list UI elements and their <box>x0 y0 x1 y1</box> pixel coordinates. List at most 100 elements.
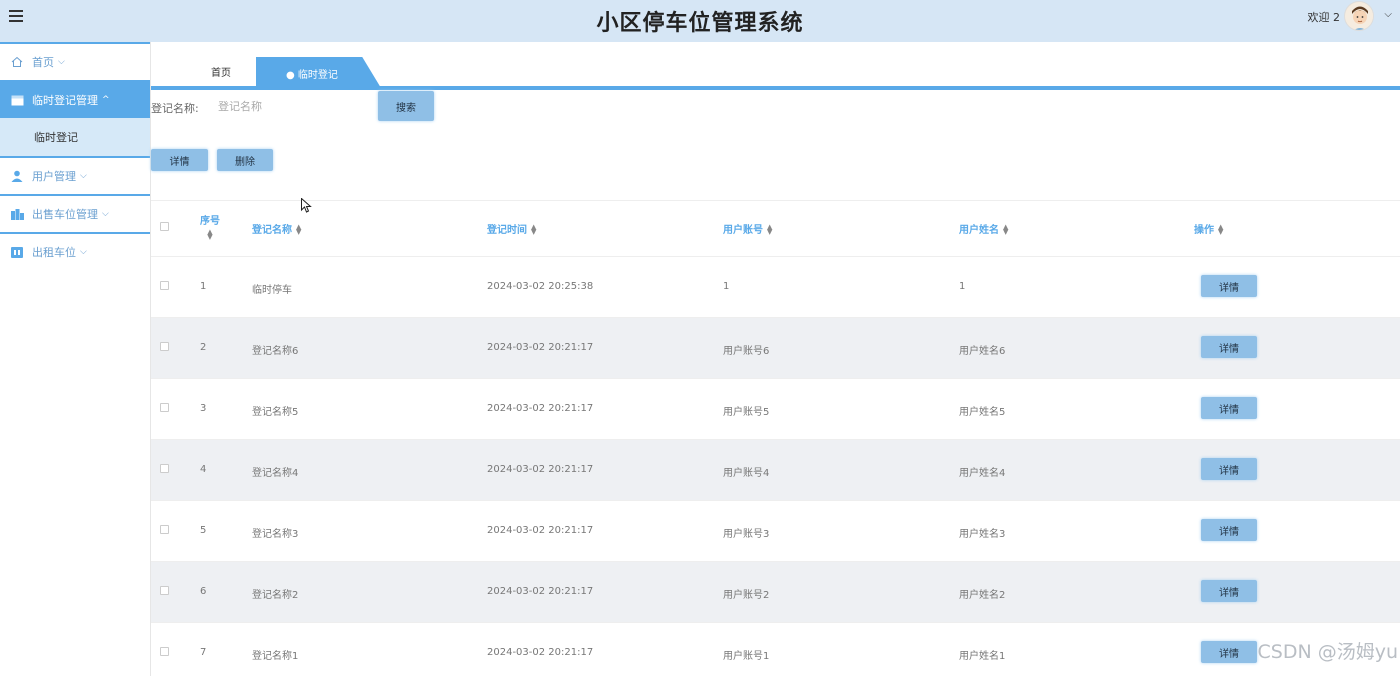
cell-name: 登记名称3 <box>252 529 299 540</box>
welcome-text: 欢迎 2 <box>1307 11 1341 24</box>
cell-time: 2024-03-02 20:21:17 <box>487 647 594 658</box>
cell-username: 1 <box>959 281 966 292</box>
table-row[interactable]: 3 登记名称5 2024-03-02 20:21:17 用户账号5 用户姓名5 … <box>151 378 1400 439</box>
row-checkbox[interactable] <box>160 464 169 473</box>
column-header-username[interactable]: 用户姓名 ▲ ▼ <box>959 221 1008 237</box>
top-header: 小区停车位管理系统 欢迎 2 ⌵ <box>0 0 1400 42</box>
sidebar-item-home[interactable]: 首页 ⌵ <box>0 42 150 80</box>
table-row[interactable]: 1 临时停车 2024-03-02 20:25:38 1 1 详情 <box>151 256 1400 317</box>
sidebar-item-label: 出售车位管理 <box>32 208 98 221</box>
table-row[interactable]: 4 登记名称4 2024-03-02 20:21:17 用户账号4 用户姓名4 … <box>151 439 1400 500</box>
avatar[interactable] <box>1344 1 1374 31</box>
parking-icon <box>10 245 24 259</box>
cell-account: 用户账号3 <box>723 529 770 540</box>
cell-username: 用户姓名3 <box>959 529 1006 540</box>
row-detail-button[interactable]: 详情 <box>1201 580 1257 602</box>
sidebar-item-label: 用户管理 <box>32 170 76 183</box>
table-row[interactable]: 5 登记名称3 2024-03-02 20:21:17 用户账号3 用户姓名3 … <box>151 500 1400 561</box>
chevron-down-icon: ⌵ <box>58 57 65 67</box>
row-checkbox[interactable] <box>160 403 169 412</box>
row-detail-button[interactable]: 详情 <box>1201 458 1257 480</box>
row-detail-button[interactable]: 详情 <box>1201 397 1257 419</box>
row-checkbox[interactable] <box>160 525 169 534</box>
sidebar-item-temp-registration[interactable]: 临时登记管理 ^ <box>0 80 150 118</box>
sidebar-item-rental-spaces[interactable]: 出租车位 ⌵ <box>0 232 150 270</box>
building-icon <box>10 207 24 221</box>
cell-account: 用户账号4 <box>723 468 770 479</box>
cell-time: 2024-03-02 20:21:17 <box>487 403 594 414</box>
search-label: 登记名称: <box>151 102 199 115</box>
cell-name: 登记名称2 <box>252 590 299 601</box>
chevron-down-icon: ⌵ <box>80 247 87 257</box>
search-input[interactable] <box>210 94 370 118</box>
calendar-icon <box>10 93 24 107</box>
sidebar-item-users[interactable]: 用户管理 ⌵ <box>0 156 150 194</box>
cell-no: 4 <box>200 464 207 475</box>
cell-time: 2024-03-02 20:21:17 <box>487 464 594 475</box>
column-header-account[interactable]: 用户账号 ▲ ▼ <box>723 221 772 237</box>
cell-account: 用户账号2 <box>723 590 770 601</box>
sidebar: 首页 ⌵ 临时登记管理 ^ 临时登记 用户管理 ⌵ 出售车位管理 ⌵ 出租车位 … <box>0 42 151 676</box>
chevron-up-icon: ^ <box>102 95 110 105</box>
sort-icon[interactable]: ▲ ▼ <box>1003 224 1008 236</box>
submenu-item-temp-registration[interactable]: 临时登记 <box>0 118 150 156</box>
row-detail-button[interactable]: 详情 <box>1201 641 1257 663</box>
row-checkbox[interactable] <box>160 586 169 595</box>
column-header-action[interactable]: 操作 ▲ ▼ <box>1194 221 1223 237</box>
column-header-no[interactable]: 序号 ▲ ▼ <box>200 212 220 241</box>
cell-name: 登记名称6 <box>252 346 299 357</box>
row-checkbox[interactable] <box>160 342 169 351</box>
sort-icon[interactable]: ▲ ▼ <box>296 224 301 236</box>
cell-name: 登记名称5 <box>252 407 299 418</box>
column-header-time[interactable]: 登记时间 ▲ ▼ <box>487 221 536 237</box>
cell-no: 6 <box>200 586 207 597</box>
tab-temp-registration[interactable]: ● 临时登记 <box>256 57 381 88</box>
row-detail-button[interactable]: 详情 <box>1201 275 1257 297</box>
cell-time: 2024-03-02 20:21:17 <box>487 525 594 536</box>
detail-button[interactable]: 详情 <box>151 149 208 171</box>
cell-name: 登记名称4 <box>252 468 299 479</box>
cell-username: 用户姓名4 <box>959 468 1006 479</box>
cell-no: 2 <box>200 342 207 353</box>
cell-no: 3 <box>200 403 207 414</box>
sidebar-item-label: 出租车位 <box>32 246 76 259</box>
row-checkbox[interactable] <box>160 647 169 656</box>
cell-time: 2024-03-02 20:25:38 <box>487 281 594 292</box>
cell-time: 2024-03-02 20:21:17 <box>487 586 594 597</box>
row-detail-button[interactable]: 详情 <box>1201 519 1257 541</box>
chevron-down-icon[interactable]: ⌵ <box>1384 9 1392 20</box>
search-button[interactable]: 搜索 <box>378 91 434 121</box>
row-checkbox[interactable] <box>160 281 169 290</box>
sort-icon[interactable]: ▲ ▼ <box>767 224 772 236</box>
select-all-checkbox[interactable] <box>160 222 169 231</box>
home-icon <box>10 55 24 69</box>
cell-account: 用户账号1 <box>723 651 770 662</box>
table-row[interactable]: 6 登记名称2 2024-03-02 20:21:17 用户账号2 用户姓名2 … <box>151 561 1400 622</box>
user-icon <box>10 169 24 183</box>
data-table: 序号 ▲ ▼ 登记名称 ▲ ▼ 登记时间 ▲ ▼ 用户账号 ▲ ▼ 用户姓名 ▲ ▼ 操作 ▲ ▼ 1… <box>151 200 1400 676</box>
sort-icon[interactable]: ▲ ▼ <box>200 229 220 241</box>
delete-button[interactable]: 删除 <box>217 149 273 171</box>
row-detail-button[interactable]: 详情 <box>1201 336 1257 358</box>
cell-time: 2024-03-02 20:21:17 <box>487 342 594 353</box>
table-header: 序号 ▲ ▼ 登记名称 ▲ ▼ 登记时间 ▲ ▼ 用户账号 ▲ ▼ 用户姓名 ▲ ▼ 操作 ▲ ▼ <box>151 201 1400 256</box>
sidebar-item-sold-spaces[interactable]: 出售车位管理 ⌵ <box>0 194 150 232</box>
sidebar-item-label: 首页 <box>32 56 54 69</box>
table-row[interactable]: 7 登记名称1 2024-03-02 20:21:17 用户账号1 用户姓名1 … <box>151 622 1400 676</box>
sidebar-item-label: 临时登记管理 <box>32 94 98 107</box>
cell-name: 临时停车 <box>252 285 292 296</box>
close-icon[interactable]: × <box>488 63 496 74</box>
chevron-down-icon: ⌵ <box>80 171 87 181</box>
table-row[interactable]: 2 登记名称6 2024-03-02 20:21:17 用户账号6 用户姓名6 … <box>151 317 1400 378</box>
tab-label: ● 临时登记 <box>286 70 338 81</box>
app-title: 小区停车位管理系统 <box>596 11 804 36</box>
cell-username: 用户姓名2 <box>959 590 1006 601</box>
cell-no: 7 <box>200 647 207 658</box>
column-header-name[interactable]: 登记名称 ▲ ▼ <box>252 221 301 237</box>
cell-account: 1 <box>723 281 730 292</box>
cell-username: 用户姓名1 <box>959 651 1006 662</box>
cell-no: 5 <box>200 525 207 536</box>
sort-icon[interactable]: ▲ ▼ <box>531 224 536 236</box>
sort-icon[interactable]: ▲ ▼ <box>1218 224 1223 236</box>
tab-home[interactable]: 首页 <box>211 64 231 79</box>
